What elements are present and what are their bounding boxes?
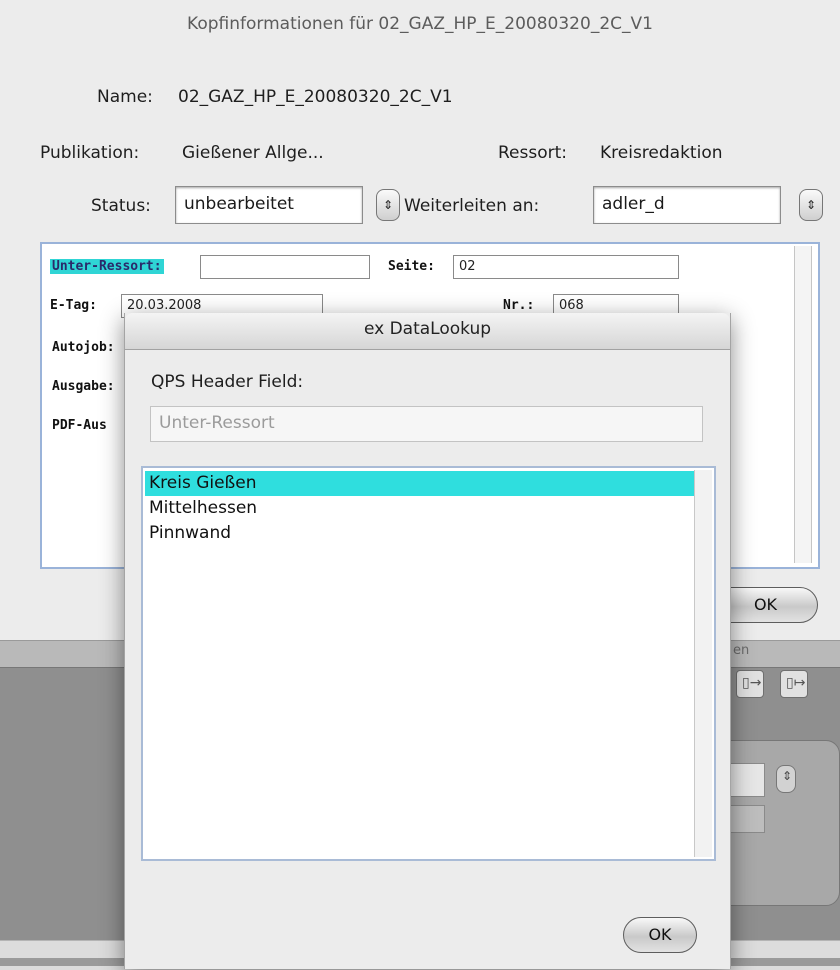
pdf-label: PDF-Aus xyxy=(52,418,107,433)
unter-ressort-label[interactable]: Unter-Ressort: xyxy=(50,259,164,274)
autojob-label: Autojob: xyxy=(52,340,115,355)
forward-field[interactable]: adler_d xyxy=(593,186,781,224)
unter-ressort-field[interactable] xyxy=(200,255,370,279)
background-field xyxy=(727,763,765,797)
data-lookup-dialog: ex DataLookup QPS Header Field: Unter-Re… xyxy=(124,313,731,969)
export-icon: ▯→ xyxy=(742,675,762,691)
etag-label: E-Tag: xyxy=(50,298,97,313)
status-stepper[interactable]: ⇕ xyxy=(376,189,400,221)
nr-label: Nr.: xyxy=(503,298,535,313)
publication-value: Gießener Allge... xyxy=(182,143,324,163)
name-label: Name: xyxy=(97,87,153,107)
background-stepper[interactable]: ⇕ xyxy=(776,765,796,793)
qps-field-input[interactable]: Unter-Ressort xyxy=(150,406,703,442)
lookup-title: ex DataLookup xyxy=(363,319,492,339)
ressort-label: Ressort: xyxy=(498,143,568,163)
up-down-arrows-icon: ⇕ xyxy=(805,198,817,212)
qps-field-label: QPS Header Field: xyxy=(151,372,304,392)
value-list[interactable]: Kreis Gießen Mittelhessen Pinnwand xyxy=(141,466,716,861)
lookup-ok-button[interactable]: OK xyxy=(623,917,697,953)
seite-label: Seite: xyxy=(388,259,435,274)
list-item[interactable]: Pinnwand xyxy=(145,521,695,546)
list-item[interactable]: Mittelhessen xyxy=(145,496,695,521)
lookup-titlebar[interactable]: ex DataLookup xyxy=(125,313,730,350)
ausgabe-label: Ausgabe: xyxy=(52,379,115,394)
publication-label: Publikation: xyxy=(40,143,140,163)
up-down-arrows-icon: ⇕ xyxy=(782,769,793,783)
up-down-arrows-icon: ⇕ xyxy=(382,198,394,212)
export-all-icon: ▯↦ xyxy=(786,675,806,691)
background-strip-text: en xyxy=(733,643,750,658)
dialog-title: Kopfinformationen für 02_GAZ_HP_E_200803… xyxy=(187,14,653,34)
list-item[interactable]: Kreis Gießen xyxy=(145,471,695,496)
export-all-button[interactable]: ▯↦ xyxy=(780,670,808,698)
forward-stepper[interactable]: ⇕ xyxy=(799,189,823,221)
export-button[interactable]: ▯→ xyxy=(736,670,764,698)
forward-label: Weiterleiten an: xyxy=(404,196,540,216)
fields-scrollbar[interactable] xyxy=(794,246,812,563)
name-value: 02_GAZ_HP_E_20080320_2C_V1 xyxy=(178,87,453,107)
ressort-value: Kreisredaktion xyxy=(600,143,723,163)
status-label: Status: xyxy=(91,196,151,216)
list-scrollbar[interactable] xyxy=(694,470,712,857)
seite-field[interactable]: 02 xyxy=(453,255,679,279)
background-field-2 xyxy=(727,805,765,833)
status-field[interactable]: unbearbeitet xyxy=(175,186,363,224)
